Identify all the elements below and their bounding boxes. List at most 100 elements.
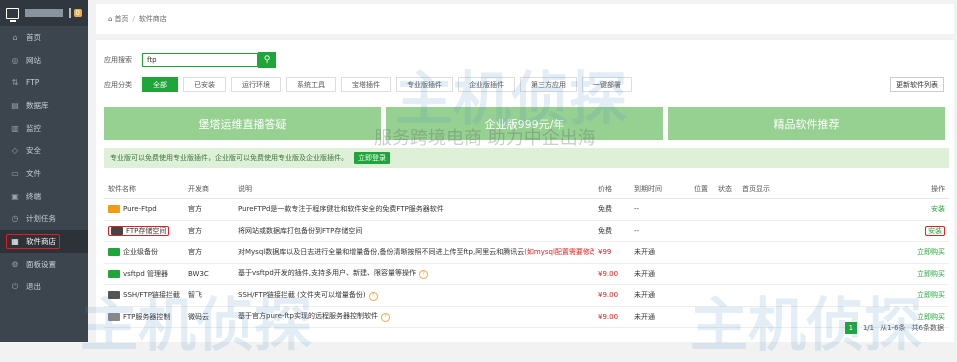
help-icon[interactable]: ? [419, 270, 428, 280]
sidebar-item-security[interactable]: ◇ 安全 [0, 139, 88, 162]
buy-button[interactable]: 立即购买 [917, 291, 945, 299]
software-name: Pure-Ftpd [123, 205, 157, 214]
developer: 官方 [184, 198, 234, 221]
tab-third-party[interactable]: 第三方应用 [520, 77, 577, 92]
login-button[interactable]: 立即登录 [354, 152, 390, 164]
sidebar-item-home[interactable]: ⌂ 首页 [0, 26, 88, 49]
price: 免费 [594, 220, 630, 242]
sidebar-item-settings[interactable]: ⚙ 面板设置 [0, 253, 88, 276]
tab-runtime[interactable]: 运行环境 [231, 77, 281, 92]
expire: 未开通 [630, 284, 690, 307]
col-description: 说明 [234, 180, 594, 199]
breadcrumb-home[interactable]: 首页 [114, 14, 128, 24]
main-area: ⌂ 首页 / 软件商店 应用搜索 ftp ⚲ 应用分类 全部 已安装 运行环境 … [92, 0, 957, 342]
software-name: FTP存储空间 [126, 226, 167, 235]
sidebar-item-label: 安全 [26, 146, 41, 156]
developer: BW3C [184, 263, 234, 285]
buy-button[interactable]: 立即购买 [917, 313, 945, 321]
tab-bt-plugins[interactable]: 宝塔插件 [341, 77, 391, 92]
breadcrumb-current: 软件商店 [138, 15, 167, 23]
sidebar-item-label: 监控 [26, 123, 41, 133]
sidebar-item-terminal[interactable]: ▣ 终端 [0, 185, 88, 208]
col-homepage: 首页显示 [738, 180, 858, 199]
buy-button[interactable]: 立即购买 [917, 248, 945, 256]
update-list-button[interactable]: 更新软件列表 [890, 77, 944, 92]
table-row: 企业级备份 官方 对Mysql数据库以及日志进行全量和增量备份,备份清晰按照不同… [104, 241, 949, 264]
banner-live-qa[interactable]: 堡塔运维直播答疑 [104, 107, 381, 140]
database-icon: ▤ [11, 100, 19, 110]
price: ¥9.00 [594, 263, 630, 285]
gear-icon: ⚙ [11, 259, 19, 269]
sidebar-item-files[interactable]: ▭ 文件 [0, 162, 88, 185]
search-row: 应用搜索 ftp ⚲ [104, 52, 276, 68]
help-icon[interactable]: ? [368, 291, 378, 301]
help-icon[interactable]: ? [380, 313, 390, 323]
notification-badge[interactable]: 0 [73, 9, 82, 17]
table-row: SSH/FTP链接拦截 智飞 SSH/FTP链接拦截 (文件夹可以增量备份)? … [104, 284, 949, 307]
page-1-button[interactable]: 1 [844, 322, 857, 334]
tab-pro-plugins[interactable]: 专业版插件 [396, 77, 453, 92]
install-button[interactable]: 安装 [925, 225, 945, 236]
developer: 官方 [184, 220, 234, 242]
sidebar-item-label: 退出 [26, 282, 41, 292]
tab-all[interactable]: 全部 [142, 77, 178, 92]
price: ¥99 [594, 241, 630, 264]
home-icon: ⌂ [108, 15, 113, 23]
sidebar-item-store[interactable]: ▦ 软件商店 [0, 230, 88, 253]
logout-icon: ⏻ [11, 281, 19, 291]
sidebar-item-label: 终端 [26, 191, 41, 201]
sidebar-item-ftp[interactable]: ⇅ FTP [0, 71, 88, 94]
breadcrumb: ⌂ 首页 / 软件商店 [96, 4, 954, 34]
sidebar-item-label: 文件 [26, 168, 41, 178]
software-name: FTP服务器控制 [123, 312, 171, 321]
category-label: 应用分类 [104, 80, 132, 89]
tab-one-click-deploy[interactable]: 一键部署 [582, 77, 632, 92]
price: 免费 [594, 198, 630, 221]
store-panel: 应用搜索 ftp ⚲ 应用分类 全部 已安装 运行环境 系统工具 宝塔插件 专业… [96, 40, 954, 342]
install-button[interactable]: 安装 [931, 205, 945, 213]
price: ¥9.00 [594, 306, 630, 328]
expire: -- [630, 220, 690, 242]
table-row: vsftpd 管理器 BW3C 基于vsftpd开发的插件,支持多用户、新建、限… [104, 263, 949, 285]
search-button[interactable]: ⚲ [258, 52, 276, 68]
developer: 官方 [184, 241, 234, 264]
sidebar-item-website[interactable]: ◎ 网站 [0, 49, 88, 72]
sidebar-item-label: 数据库 [26, 100, 49, 110]
sidebar-item-logout[interactable]: ⏻ 退出 [0, 276, 88, 299]
banner-row: 堡塔运维直播答疑 企业版999元/年 精品软件推荐 [104, 107, 950, 140]
home-icon: ⌂ [12, 32, 18, 42]
store-highlight: ▦ 软件商店 [6, 234, 60, 250]
sidebar-item-cron[interactable]: ◷ 计划任务 [0, 208, 88, 231]
buy-button[interactable]: 立即购买 [917, 270, 945, 278]
tab-enterprise-plugins[interactable]: 企业版插件 [458, 77, 515, 92]
description: 基于vsftpd开发的插件,支持多用户、新建、限容量等操作 [238, 269, 416, 278]
sidebar-item-label: 面板设置 [26, 259, 56, 269]
search-input[interactable]: ftp [142, 53, 258, 67]
developer: 智飞 [184, 284, 234, 307]
sidebar-item-database[interactable]: ▤ 数据库 [0, 94, 88, 117]
sidebar-item-label: 首页 [26, 32, 41, 42]
clock-icon: ◷ [11, 214, 19, 224]
tab-installed[interactable]: 已安装 [183, 77, 226, 92]
backup-icon [108, 248, 120, 257]
banner-enterprise[interactable]: 企业版999元/年 [386, 107, 663, 140]
sidebar-item-label: 计划任务 [26, 214, 56, 224]
tab-system-tools[interactable]: 系统工具 [286, 77, 336, 92]
col-expire: 到期时间 [630, 180, 690, 199]
expire: -- [630, 198, 690, 221]
expire: 未开通 [630, 263, 690, 285]
breadcrumb-separator: / [132, 15, 135, 23]
sidebar-item-monitor[interactable]: ▥ 监控 [0, 117, 88, 140]
software-name: SSH/FTP链接拦截 [123, 291, 180, 300]
page-range: 从1-6条 [880, 324, 906, 332]
price: ¥9.00 [594, 284, 630, 307]
monitor-icon [6, 7, 19, 22]
ftp-icon: ⇅ [11, 78, 19, 88]
cloud-icon [111, 226, 123, 235]
table-header: 软件名称 开发商 说明 价格 到期时间 位置 状态 首页显示 操作 [104, 180, 949, 199]
description-extra[interactable]: (如mysql配置需要修改)>跳转 [524, 248, 594, 256]
vsftpd-icon [108, 269, 120, 278]
table-row: Pure-Ftpd 官方 PureFTPd是一款专注于程序健壮和软件安全的免费F… [104, 198, 949, 221]
banner-recommended[interactable]: 精品软件推荐 [668, 107, 945, 140]
globe-icon: ◎ [11, 55, 19, 65]
